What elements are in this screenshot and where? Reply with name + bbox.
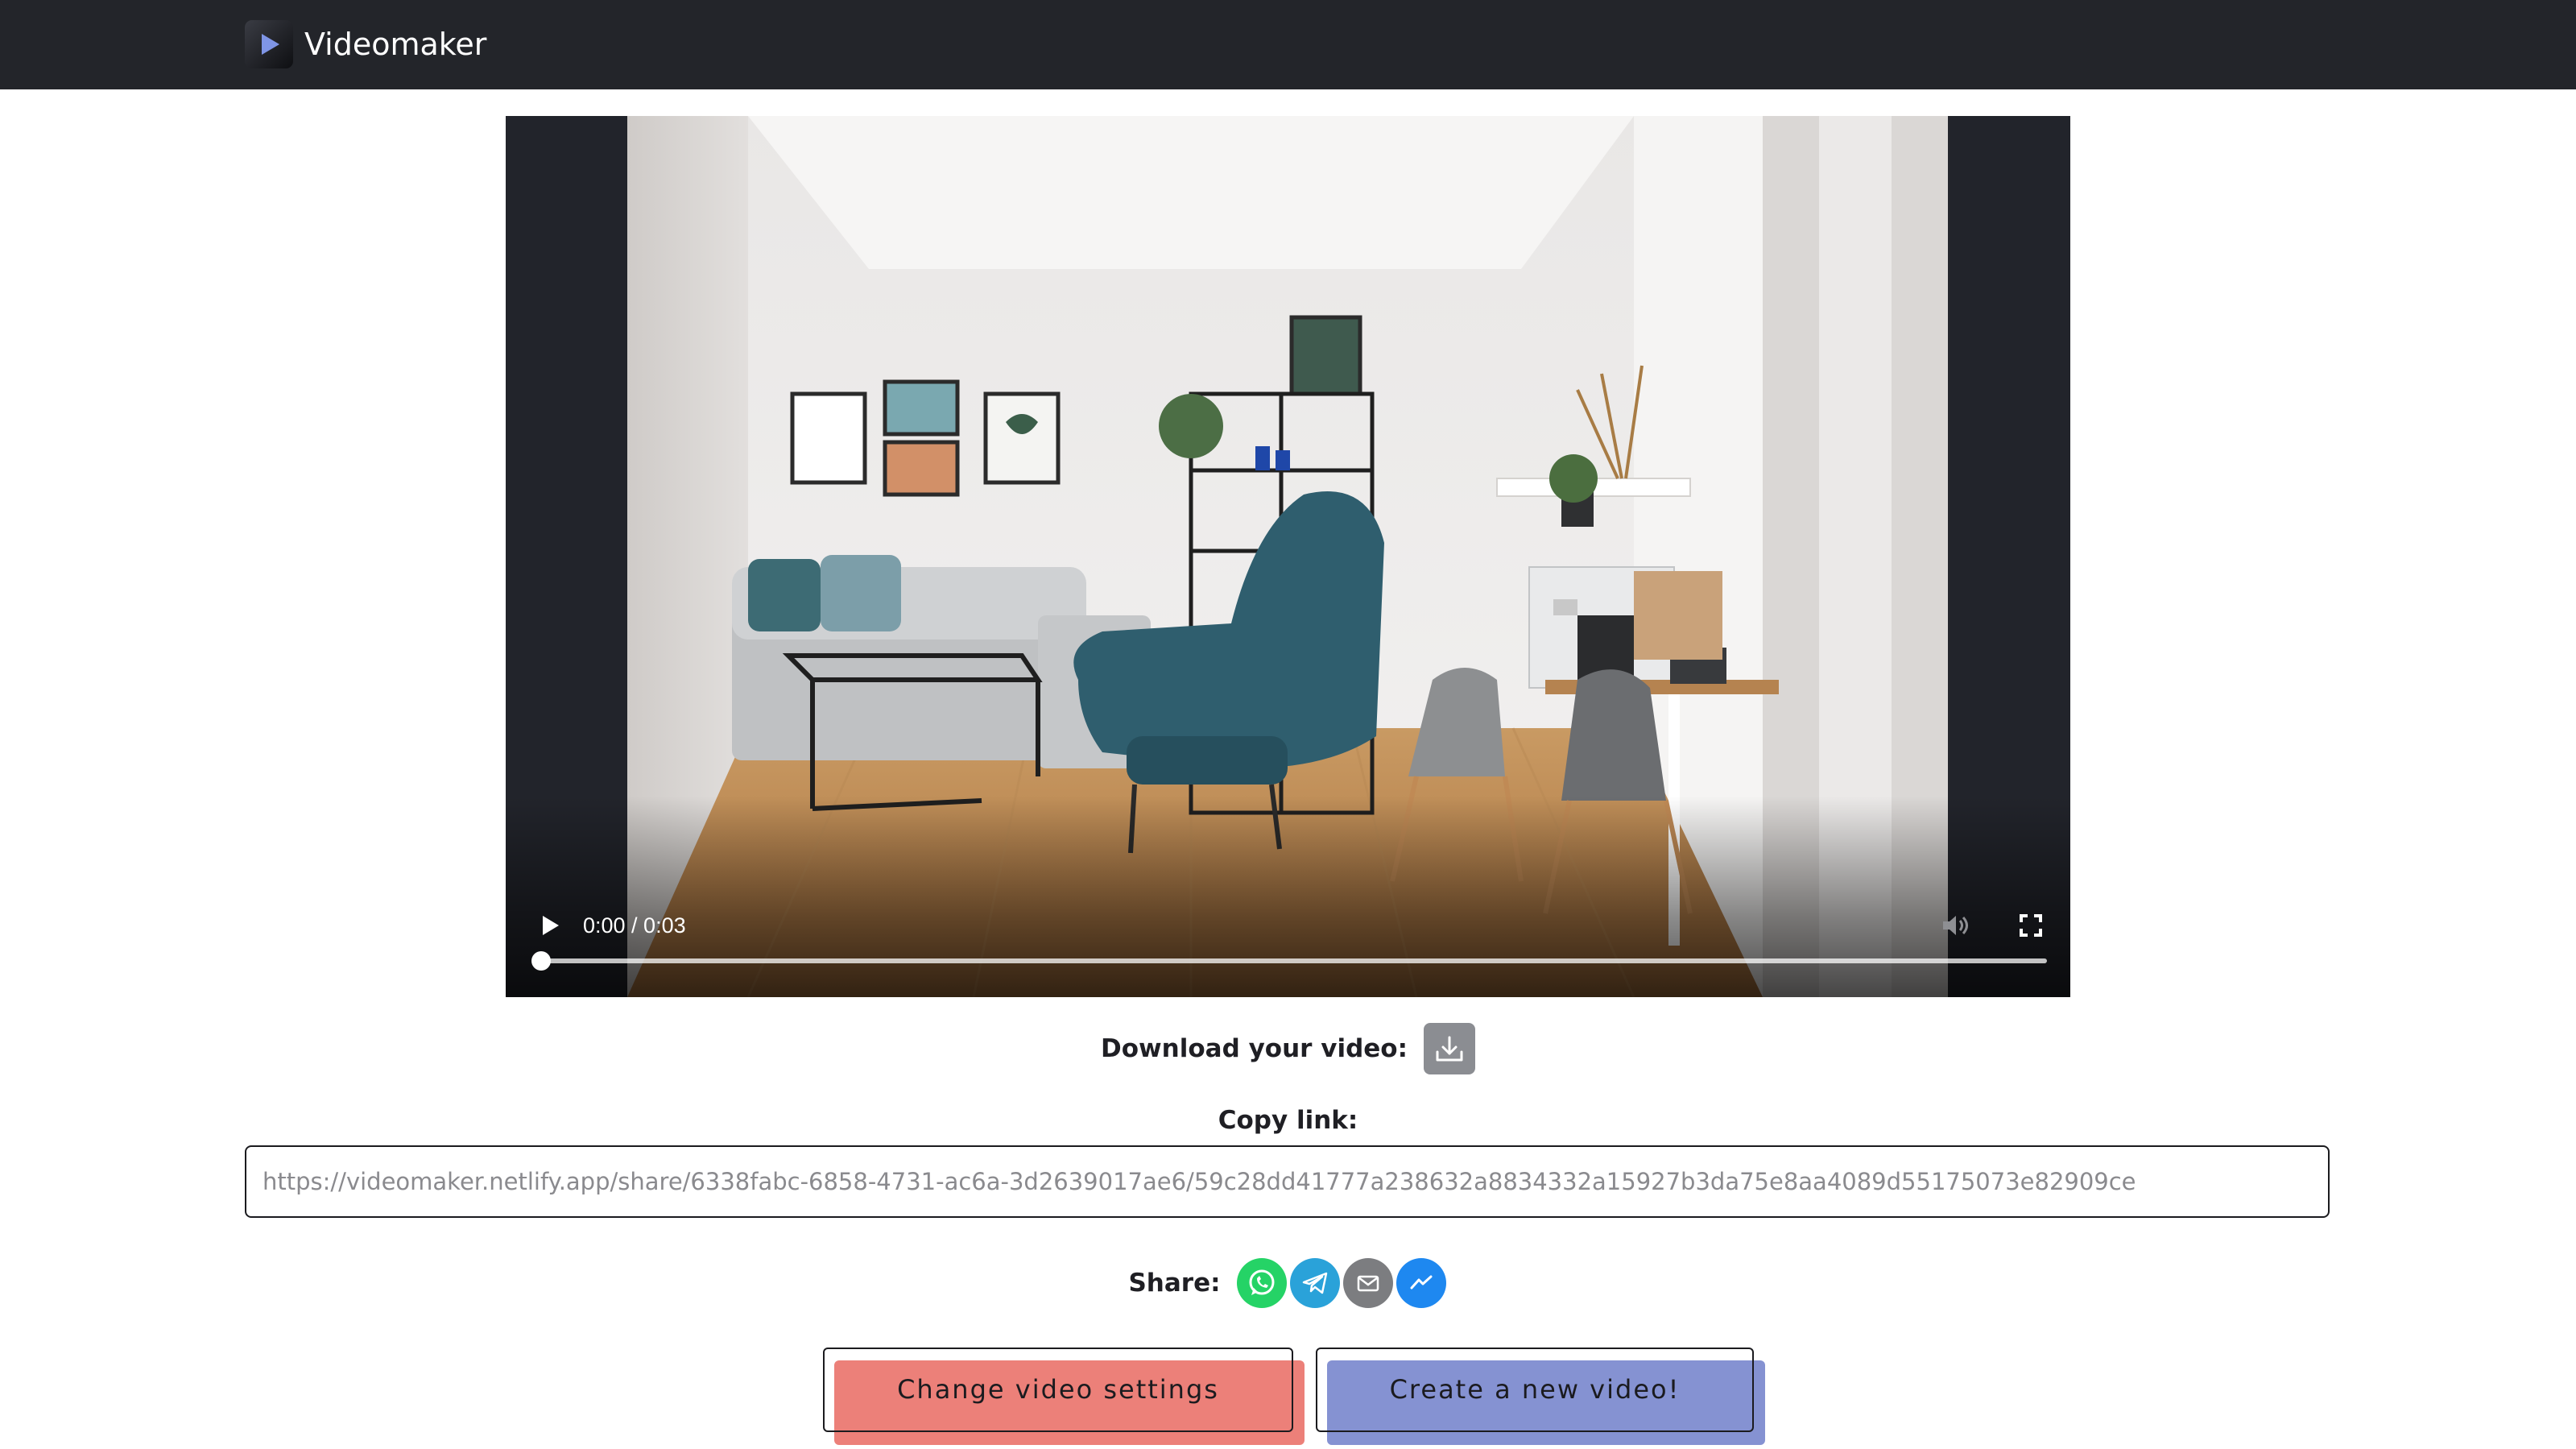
time-display: 0:00 / 0:03 bbox=[583, 913, 686, 938]
download-button[interactable] bbox=[1423, 1023, 1475, 1074]
share-row: Share: bbox=[0, 1256, 2576, 1310]
download-label: Download your video: bbox=[1101, 1034, 1408, 1063]
download-row: Download your video: bbox=[0, 1023, 2576, 1074]
brand-link[interactable]: Videomaker bbox=[245, 20, 486, 68]
volume-icon bbox=[1943, 916, 1968, 935]
create-new-video-button[interactable]: Create a new video! bbox=[1316, 1348, 1765, 1445]
mute-button[interactable] bbox=[1938, 909, 1972, 942]
change-video-settings-label: Change video settings bbox=[897, 1374, 1219, 1405]
controls-overlay bbox=[506, 796, 2070, 997]
video-player[interactable]: 0:00 / 0:03 bbox=[506, 116, 2070, 997]
email-icon bbox=[1357, 1275, 1379, 1292]
share-link-input[interactable] bbox=[245, 1145, 2330, 1218]
download-icon bbox=[1436, 1036, 1463, 1062]
fullscreen-button[interactable] bbox=[2015, 909, 2047, 942]
fullscreen-icon bbox=[2020, 914, 2042, 937]
play-button[interactable] bbox=[535, 909, 567, 942]
play-logo-icon bbox=[245, 20, 293, 68]
share-label: Share: bbox=[1128, 1269, 1221, 1298]
progress-track[interactable] bbox=[541, 958, 2047, 963]
create-new-video-label: Create a new video! bbox=[1389, 1374, 1681, 1405]
share-whatsapp-button[interactable] bbox=[1236, 1258, 1287, 1308]
change-video-settings-button[interactable]: Change video settings bbox=[823, 1348, 1305, 1445]
share-telegram-button[interactable] bbox=[1289, 1258, 1340, 1308]
whatsapp-icon bbox=[1249, 1269, 1275, 1295]
share-messenger-button[interactable] bbox=[1396, 1258, 1446, 1308]
play-icon bbox=[543, 916, 559, 935]
progress-thumb[interactable] bbox=[531, 951, 551, 971]
copy-link-label: Copy link: bbox=[1218, 1106, 1358, 1135]
app-name: Videomaker bbox=[304, 27, 487, 62]
telegram-icon bbox=[1302, 1272, 1327, 1294]
top-navbar: Videomaker bbox=[0, 0, 2576, 89]
messenger-icon bbox=[1410, 1275, 1433, 1290]
share-email-button[interactable] bbox=[1342, 1258, 1393, 1308]
